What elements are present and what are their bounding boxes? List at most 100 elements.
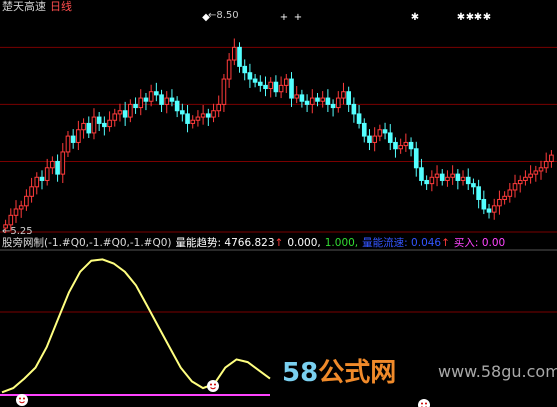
candle[interactable] [486,203,492,219]
candle[interactable] [91,108,97,140]
candle[interactable] [211,103,216,123]
candle[interactable] [372,127,377,152]
candle[interactable] [471,178,476,195]
candle[interactable] [206,108,211,126]
candle[interactable] [29,177,34,203]
candle[interactable] [491,198,497,220]
candle[interactable] [387,124,393,151]
candle[interactable] [34,172,40,195]
candle[interactable] [164,91,170,114]
candle[interactable] [419,158,424,186]
candle[interactable] [143,92,149,111]
candle[interactable] [237,42,242,73]
candle[interactable] [13,200,19,223]
candle[interactable] [450,165,455,185]
candle[interactable] [148,84,154,107]
candle[interactable] [403,133,409,152]
candle[interactable] [268,77,274,98]
candle[interactable] [304,94,310,113]
candle[interactable] [393,137,398,158]
candle[interactable] [96,112,102,132]
candle[interactable] [257,75,263,92]
candle[interactable] [325,89,331,113]
candle[interactable] [200,105,206,125]
candle[interactable] [523,170,528,186]
candle[interactable] [50,156,55,175]
candle[interactable] [413,141,419,177]
candle[interactable] [408,137,414,157]
candle[interactable] [320,91,326,108]
candle[interactable] [382,122,388,140]
candle[interactable] [299,89,305,108]
candle[interactable] [180,103,185,122]
candle[interactable] [517,175,523,193]
candle[interactable] [434,165,440,187]
candle[interactable] [122,101,128,126]
candle[interactable] [377,124,383,142]
candle[interactable] [429,170,435,192]
candle[interactable] [190,115,196,129]
candle[interactable] [309,89,315,114]
candle[interactable] [502,191,507,205]
candle[interactable] [247,63,253,88]
candle[interactable] [185,105,190,133]
candle[interactable] [169,89,175,107]
candle[interactable] [294,86,300,104]
candle[interactable] [330,99,336,117]
candle[interactable] [18,200,24,218]
candle[interactable] [528,165,533,184]
candle[interactable] [81,118,86,139]
candle[interactable] [86,116,92,138]
candle[interactable] [117,103,123,122]
candle[interactable] [465,168,471,190]
candle[interactable] [195,110,201,127]
candle[interactable] [263,76,268,97]
candle[interactable] [138,89,144,116]
candle[interactable] [55,154,60,182]
candle[interactable] [346,86,351,113]
candle[interactable] [424,175,429,190]
candle[interactable] [231,38,237,66]
candle[interactable] [278,76,284,99]
candle[interactable] [133,97,138,114]
candle[interactable] [549,150,554,168]
candle[interactable] [65,131,71,158]
candle[interactable] [361,118,367,143]
candle[interactable] [44,158,50,186]
candle[interactable] [543,152,549,173]
chart-canvas[interactable]: ◆ + + ✱ ✱ ✱ ✱ ✱ [0,0,557,407]
candle[interactable] [128,99,133,123]
candle[interactable] [226,53,232,88]
candle[interactable] [273,75,279,97]
candle[interactable] [460,170,466,186]
candle[interactable] [252,73,258,88]
candle[interactable] [445,170,450,187]
candle[interactable] [507,182,513,203]
candle[interactable] [70,129,76,149]
candle[interactable] [476,179,481,209]
candle[interactable] [174,96,180,118]
candle[interactable] [24,189,29,211]
candle[interactable] [439,169,445,186]
candle[interactable] [102,116,107,136]
candle[interactable] [60,143,66,183]
candle[interactable] [356,105,362,129]
candle[interactable] [455,169,461,190]
candle[interactable] [512,174,518,198]
candle[interactable] [289,72,294,107]
candle[interactable] [533,165,539,182]
candle[interactable] [76,120,81,151]
candles[interactable] [3,38,554,234]
candle[interactable] [39,170,45,190]
candle[interactable] [107,111,112,132]
candle[interactable] [367,129,372,151]
candle[interactable] [112,108,118,127]
candle[interactable] [221,73,227,113]
candle[interactable] [159,89,164,113]
candle[interactable] [351,97,357,123]
candle[interactable] [398,138,403,154]
candle[interactable] [497,190,502,215]
candle[interactable] [538,160,544,180]
candle[interactable] [283,73,289,93]
candle[interactable] [335,91,341,113]
